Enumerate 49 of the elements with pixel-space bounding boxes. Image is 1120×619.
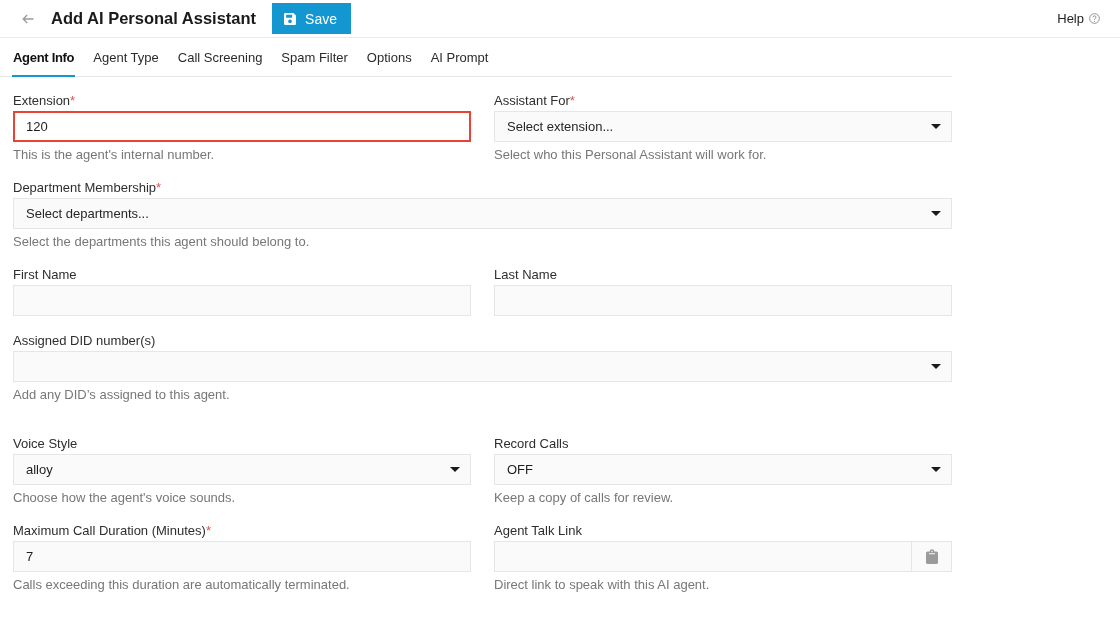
field-label: Record Calls — [494, 436, 569, 452]
help-text: Select the departments this agent should belong to. — [13, 234, 311, 250]
field-label: Extension — [13, 93, 71, 109]
field-label: Department Membership — [13, 180, 157, 196]
caret-down-icon — [931, 124, 941, 129]
back-arrow-icon[interactable] — [22, 13, 34, 24]
text-field[interactable]: 120 — [13, 111, 471, 142]
tab[interactable]: Call Screening — [176, 38, 264, 77]
required-asterisk: * — [205, 523, 211, 539]
tab[interactable]: Options — [365, 38, 413, 77]
dropdown[interactable]: Select extension... — [494, 111, 952, 142]
text-field[interactable]: 7 — [13, 541, 471, 572]
field-label: Assigned DID number(s) — [13, 333, 156, 349]
tab[interactable]: Agent Info — [12, 38, 76, 77]
help-text: Direct link to speak with this AI agent. — [494, 577, 711, 593]
field-label: Voice Style — [13, 436, 78, 452]
required-asterisk: * — [569, 93, 575, 109]
tab[interactable]: Spam Filter — [280, 38, 349, 77]
field-label: Agent Talk Link — [494, 523, 582, 539]
caret-down-icon — [931, 467, 941, 472]
help-text: Select who this Personal Assistant will work for. — [494, 147, 768, 163]
help-icon — [1089, 13, 1100, 24]
help-text: This is the agent's internal number. — [13, 147, 216, 163]
link-field[interactable] — [494, 541, 912, 572]
required-asterisk: * — [156, 180, 162, 196]
field-label: Assistant For — [494, 93, 570, 109]
dropdown[interactable]: alloy — [13, 454, 471, 485]
help-link[interactable]: Help — [1057, 11, 1100, 26]
clipboard-icon — [925, 549, 938, 564]
field-label: Maximum Call Duration (Minutes) — [13, 523, 206, 539]
page-title: Add AI Personal Assistant — [51, 9, 257, 28]
field-label: Last Name — [494, 267, 557, 283]
help-text: Keep a copy of calls for review. — [494, 490, 675, 506]
help-text: Choose how the agent's voice sounds. — [13, 490, 237, 506]
caret-down-icon — [450, 467, 460, 472]
text-field[interactable] — [13, 285, 471, 316]
caret-down-icon — [931, 364, 941, 369]
required-asterisk: * — [70, 93, 76, 109]
field-label: First Name — [13, 267, 77, 283]
dropdown[interactable] — [13, 351, 952, 382]
tab[interactable]: AI Prompt — [429, 38, 490, 77]
dropdown[interactable]: Select departments... — [13, 198, 952, 229]
text-field[interactable] — [494, 285, 952, 316]
dropdown[interactable]: OFF — [494, 454, 952, 485]
copy-button[interactable] — [912, 541, 952, 572]
help-text: Calls exceeding this duration are automatically terminated. — [13, 577, 351, 593]
caret-down-icon — [931, 211, 941, 216]
tab[interactable]: Agent Type — [92, 38, 160, 77]
help-text: Add any DID’s assigned to this agent. — [13, 387, 231, 403]
